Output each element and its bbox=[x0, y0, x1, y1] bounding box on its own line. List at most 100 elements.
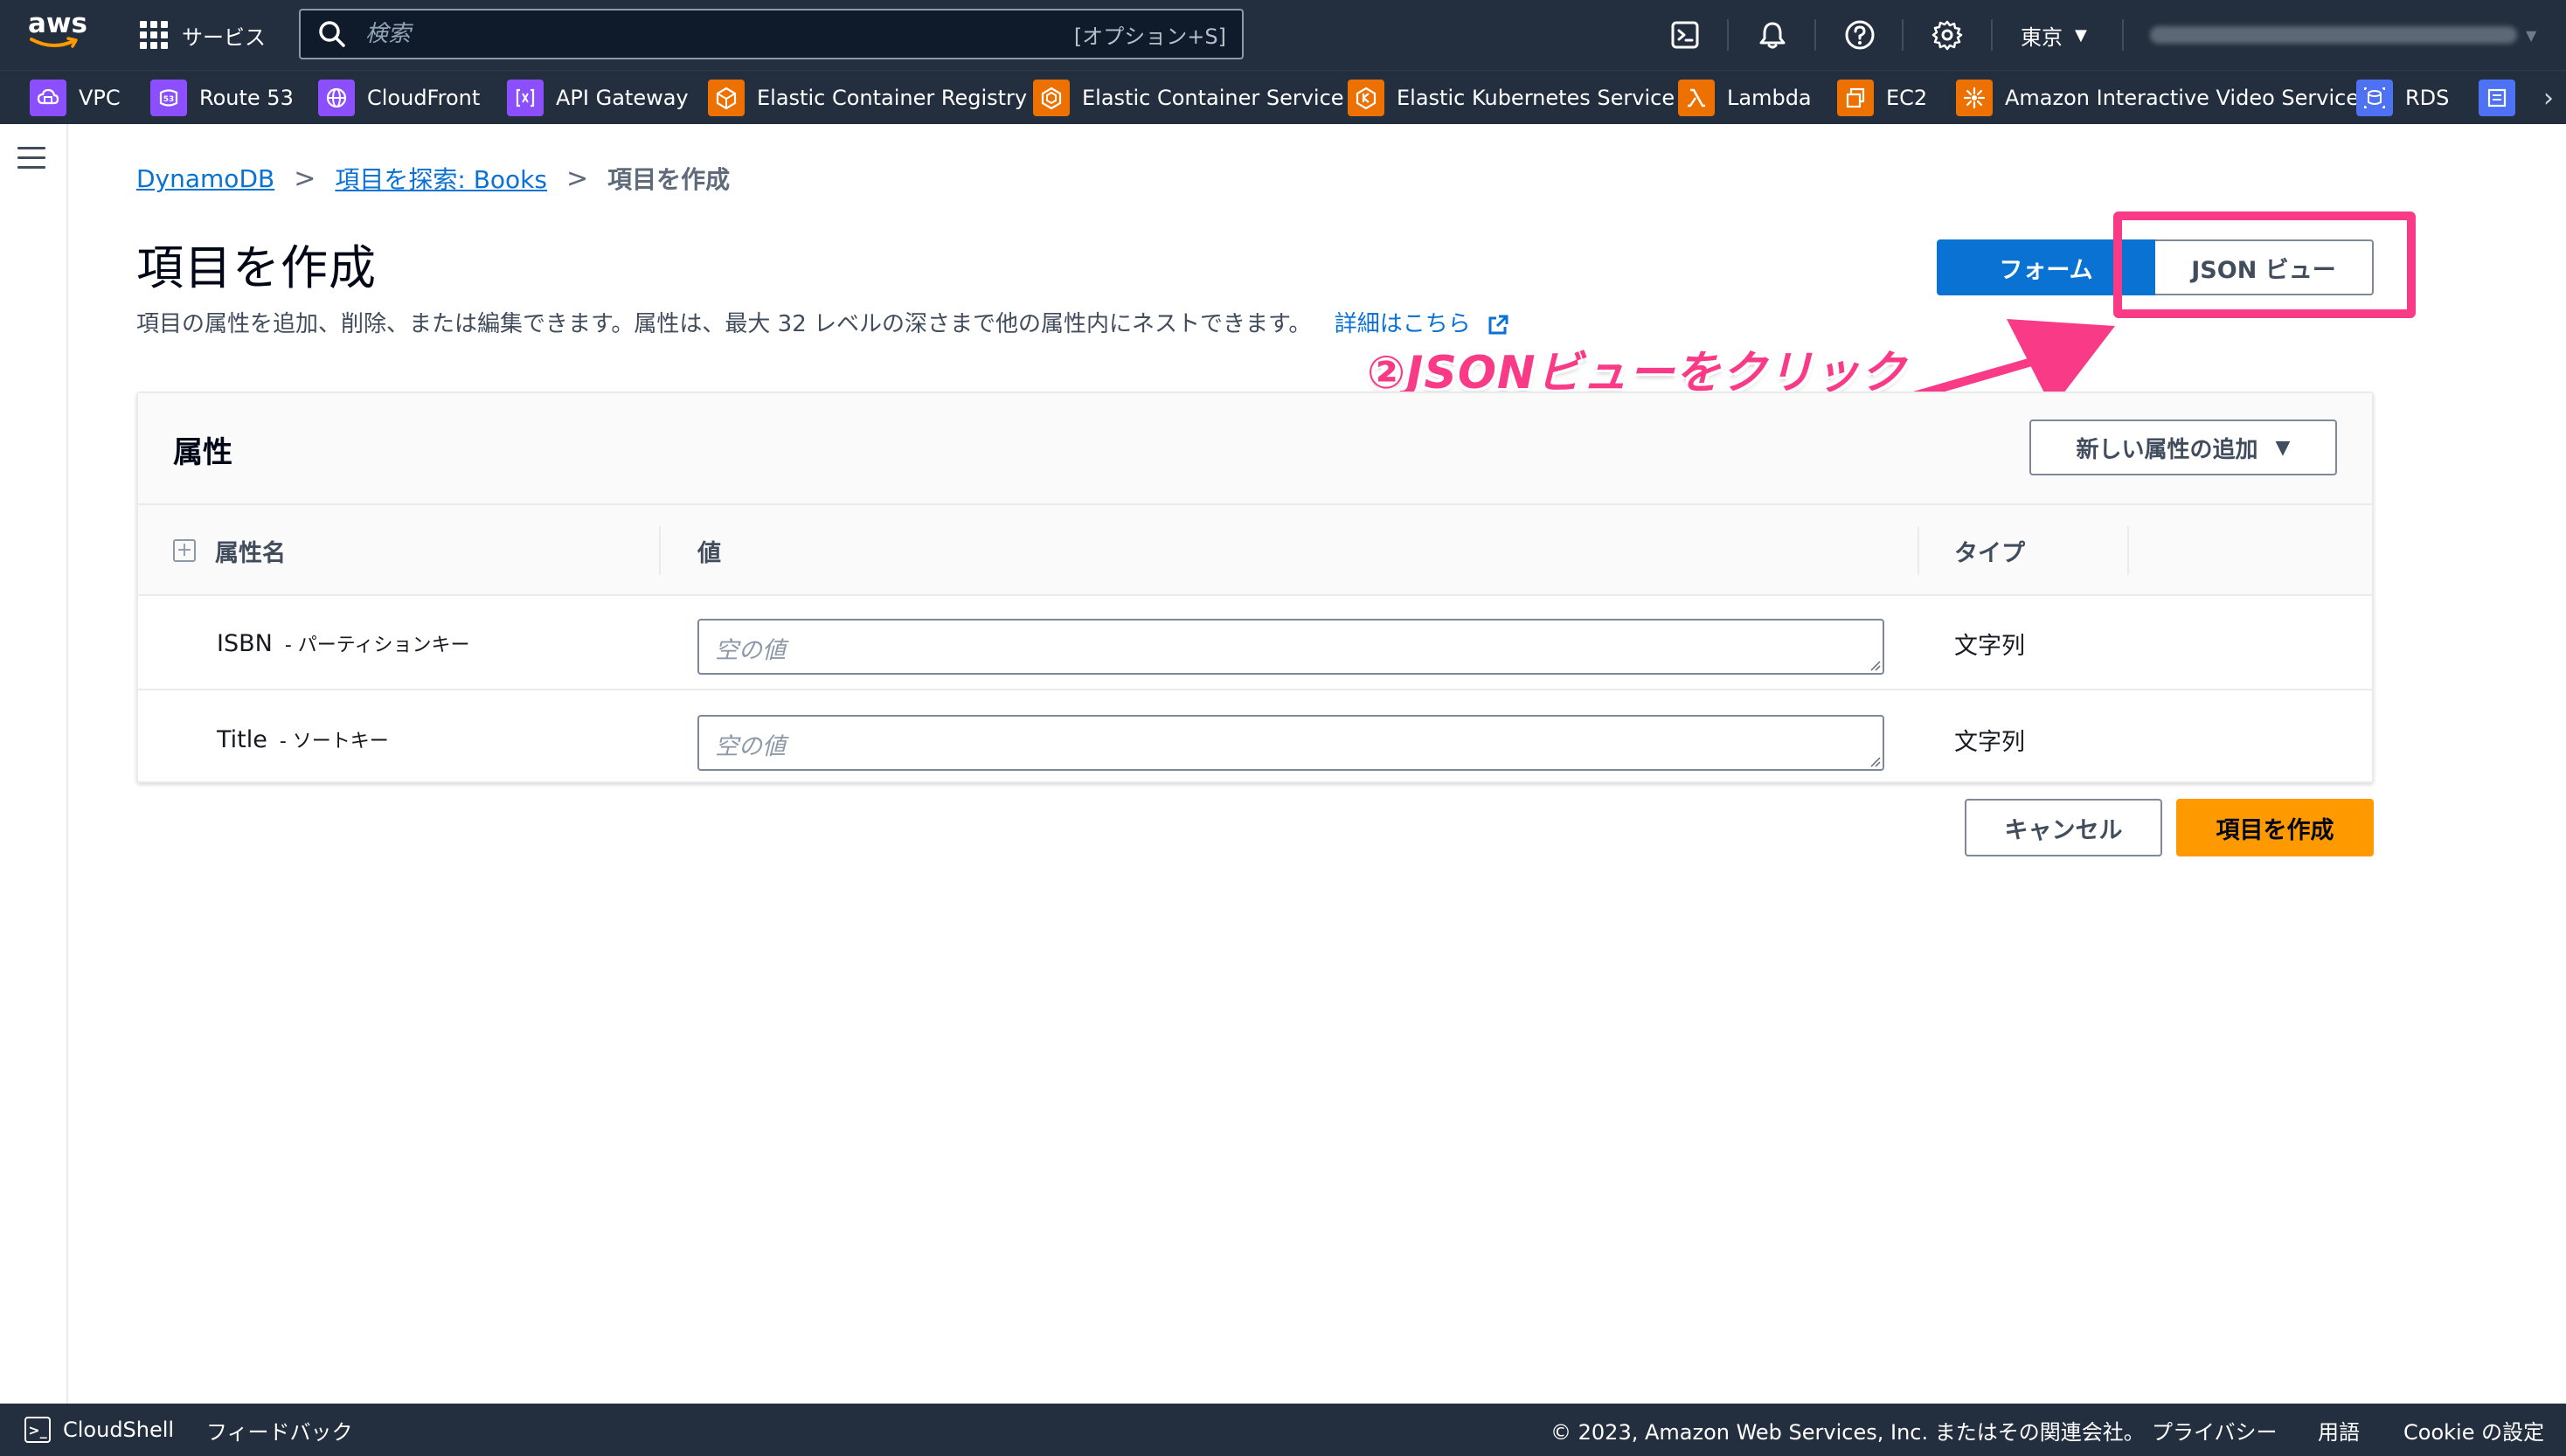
cloudshell-icon bbox=[1671, 21, 1699, 49]
help-button[interactable] bbox=[1842, 17, 1877, 52]
breadcrumb-explore-items[interactable]: 項目を探索: Books bbox=[335, 161, 547, 196]
favorite-label: Elastic Container Registry bbox=[757, 86, 1028, 110]
favorites-bar: VPC 53 Route 53 CloudFront API Gateway E… bbox=[0, 70, 2566, 124]
notifications-button[interactable] bbox=[1755, 17, 1790, 52]
favorite-lambda[interactable]: Lambda bbox=[1678, 78, 1812, 118]
annotation-highlight-box bbox=[2113, 211, 2416, 318]
column-header-name: + 属性名 bbox=[173, 505, 286, 596]
bell-icon bbox=[1759, 22, 1786, 49]
create-item-button[interactable]: 項目を作成 bbox=[2176, 799, 2374, 856]
attribute-key-type: - パーティションキー bbox=[284, 634, 470, 656]
favorite-eks[interactable]: Elastic Kubernetes Service bbox=[1348, 78, 1675, 118]
eks-icon bbox=[1348, 80, 1384, 116]
title-value-input[interactable] bbox=[699, 717, 1883, 769]
favorite-ecr[interactable]: Elastic Container Registry bbox=[708, 78, 1027, 118]
aws-smile-icon bbox=[30, 37, 78, 48]
favorite-label: Elastic Kubernetes Service bbox=[1397, 86, 1675, 110]
description-text: 項目の属性を追加、削除、または編集できます。属性は、最大 32 レベルの深さまで… bbox=[136, 311, 1312, 337]
services-menu[interactable]: サービス bbox=[140, 17, 266, 52]
breadcrumb: DynamoDB > 項目を探索: Books > 項目を作成 bbox=[136, 161, 730, 196]
resize-grip-icon[interactable] bbox=[1869, 659, 1881, 671]
column-header-value: 値 bbox=[697, 539, 721, 567]
chevron-right-icon: > bbox=[294, 163, 316, 194]
resize-grip-icon[interactable] bbox=[1869, 755, 1881, 767]
attributes-panel: 属性 新しい属性の追加 ▼ + 属性名 値 タイプ ISBN - パーティション… bbox=[136, 392, 2374, 783]
favorite-label: VPC bbox=[79, 86, 121, 110]
aws-logo[interactable]: aws bbox=[28, 8, 88, 56]
attribute-type: 文字列 bbox=[1954, 728, 2025, 756]
attribute-name-cell: Title - ソートキー bbox=[217, 692, 389, 787]
terms-link[interactable]: 用語 bbox=[2318, 1404, 2360, 1456]
favorite-label: CloudFront bbox=[367, 86, 481, 110]
breadcrumb-dynamodb[interactable]: DynamoDB bbox=[136, 164, 274, 193]
footer: >_ CloudShell フィードバック © 2023, Amazon Web… bbox=[0, 1404, 2566, 1456]
caret-down-icon: ▼ bbox=[2275, 436, 2291, 459]
favorite-ecs[interactable]: Elastic Container Service bbox=[1033, 78, 1344, 118]
favorite-partial[interactable] bbox=[2479, 78, 2528, 118]
favorite-vpc[interactable]: VPC bbox=[30, 78, 121, 118]
caret-down-icon: ▼ bbox=[2526, 26, 2537, 44]
attributes-table-header: + 属性名 値 タイプ bbox=[138, 505, 2372, 596]
attribute-name-cell: ISBN - パーティションキー bbox=[217, 596, 469, 690]
nav-divider bbox=[1727, 19, 1729, 51]
favorite-label: Lambda bbox=[1727, 86, 1812, 110]
attribute-type: 文字列 bbox=[1954, 632, 2025, 660]
service-icon bbox=[2479, 80, 2515, 116]
region-selector[interactable]: 東京 ▼ bbox=[2021, 17, 2087, 52]
ecr-icon bbox=[708, 80, 745, 116]
breadcrumb-current: 項目を作成 bbox=[607, 165, 731, 194]
cloudshell-footer-button[interactable]: >_ CloudShell bbox=[24, 1404, 174, 1456]
cloudshell-icon: >_ bbox=[24, 1417, 51, 1443]
search-input[interactable] bbox=[365, 21, 1074, 47]
isbn-value-input[interactable] bbox=[699, 621, 1883, 673]
favorite-api-gateway[interactable]: API Gateway bbox=[507, 78, 689, 118]
caret-down-icon: ▼ bbox=[2075, 25, 2087, 45]
feedback-link[interactable]: フィードバック bbox=[206, 1404, 353, 1456]
settings-button[interactable] bbox=[1930, 17, 1965, 52]
attribute-name: ISBN bbox=[217, 629, 273, 657]
copyright-text: © 2023, Amazon Web Services, Inc. またはその関… bbox=[1550, 1419, 2145, 1445]
cloudshell-button[interactable] bbox=[1668, 17, 1703, 52]
ecs-icon bbox=[1033, 80, 1070, 116]
search-bar[interactable]: [オプション+S] bbox=[299, 9, 1244, 59]
privacy-link[interactable]: プライバシー bbox=[2152, 1404, 2278, 1456]
learn-more-link[interactable]: 詳細はこちら bbox=[1335, 311, 1509, 337]
favorite-rds[interactable]: RDS bbox=[2356, 78, 2449, 118]
favorite-route53[interactable]: 53 Route 53 bbox=[150, 78, 294, 118]
top-navigation: aws サービス [オプション+S] bbox=[0, 0, 2566, 70]
aws-logo-text: aws bbox=[28, 8, 88, 39]
services-grid-icon bbox=[140, 21, 168, 49]
account-name-redacted bbox=[2150, 26, 2517, 44]
ec2-icon bbox=[1837, 80, 1874, 116]
expand-all-icon[interactable]: + bbox=[173, 539, 196, 562]
gear-icon bbox=[1931, 20, 1963, 51]
account-menu[interactable]: ▼ bbox=[2150, 21, 2552, 49]
table-row: ISBN - パーティションキー 文字列 bbox=[138, 596, 2372, 690]
menu-icon[interactable] bbox=[17, 147, 45, 171]
favorite-label: Amazon Interactive Video Service bbox=[2005, 86, 2360, 110]
lambda-icon bbox=[1678, 80, 1715, 116]
attribute-value-field[interactable] bbox=[697, 619, 1884, 675]
column-header-type: タイプ bbox=[1954, 539, 2025, 567]
learn-more-label: 詳細はこちら bbox=[1334, 311, 1471, 337]
help-icon bbox=[1845, 20, 1875, 50]
region-label: 東京 bbox=[2021, 24, 2063, 50]
favorite-label: RDS bbox=[2405, 86, 2450, 110]
attribute-key-type: - ソートキー bbox=[279, 731, 389, 752]
services-label: サービス bbox=[182, 24, 266, 50]
vpc-icon bbox=[30, 80, 66, 116]
chevron-right-icon[interactable]: › bbox=[2543, 83, 2554, 114]
attribute-value-field[interactable] bbox=[697, 715, 1884, 771]
favorite-cloudfront[interactable]: CloudFront bbox=[318, 78, 480, 118]
add-attribute-button[interactable]: 新しい属性の追加 ▼ bbox=[2029, 419, 2337, 475]
nav-divider bbox=[1902, 19, 1904, 51]
cloudfront-icon bbox=[318, 80, 355, 116]
cloudshell-label: CloudShell bbox=[63, 1418, 175, 1442]
favorite-ivs[interactable]: Amazon Interactive Video Service bbox=[1956, 78, 2359, 118]
favorite-ec2[interactable]: EC2 bbox=[1837, 78, 1927, 118]
cancel-button[interactable]: キャンセル bbox=[1965, 799, 2162, 856]
external-link-icon bbox=[1488, 315, 1508, 334]
nav-divider bbox=[1814, 19, 1816, 51]
column-name-label: 属性名 bbox=[215, 539, 286, 567]
cookie-settings-link[interactable]: Cookie の設定 bbox=[2403, 1404, 2544, 1456]
